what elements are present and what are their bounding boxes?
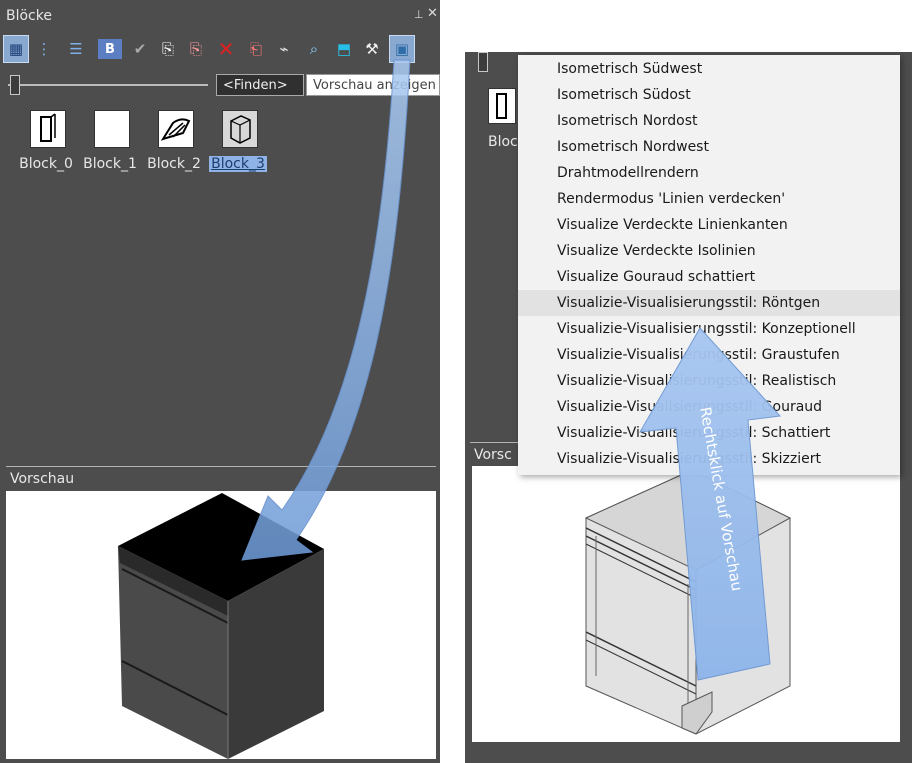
cabinet-xray-render xyxy=(584,469,792,735)
menu-item-hidden-lines[interactable]: Rendermodus 'Linien verdecken' xyxy=(518,186,900,212)
block-thumbnail[interactable] xyxy=(488,88,516,124)
show-preview-icon[interactable]: ▣ xyxy=(389,35,415,63)
size-slider-thumb[interactable] xyxy=(474,52,514,72)
menu-item-iso-no[interactable]: Isometrisch Nordost xyxy=(518,108,900,134)
search-zoom-icon[interactable]: ⌕ xyxy=(302,36,326,62)
tools-icon[interactable]: ⚒ xyxy=(360,36,384,62)
menu-item-iso-sw[interactable]: Isometrisch Südwest xyxy=(518,56,900,82)
size-slider-thumb[interactable] xyxy=(10,75,20,95)
menu-item-iso-nw[interactable]: Isometrisch Nordwest xyxy=(518,134,900,160)
block-editor-icon[interactable]: B xyxy=(98,39,122,59)
preview-context-menu: Isometrisch Südwest Isometrisch Südost I… xyxy=(518,55,900,475)
insert-block-icon[interactable]: ⬒ xyxy=(332,36,356,62)
menu-item-hidden-isolines[interactable]: Visualize Verdeckte Isolinien xyxy=(518,238,900,264)
preview-title-partial: Vorsc xyxy=(474,447,512,463)
find-input[interactable]: <Finden> xyxy=(216,74,304,96)
blocks-toolbar: ▦ ⋮ ☰ B ✔ ⎘ ⎘ ✕ ⎗ ⌁ ⌕ ⬒ ⚒ ▣ xyxy=(3,35,436,66)
list-view-icon[interactable]: ☰ xyxy=(64,36,88,62)
block-item[interactable]: Block_0 xyxy=(16,108,76,178)
cabinet-render xyxy=(118,493,324,759)
preview-header-partial: Vorsc xyxy=(470,442,518,467)
paste-block-icon[interactable]: ⎗ xyxy=(244,36,268,62)
menu-item-sketchy[interactable]: Visualizie-Visualisierungsstil: Skizzier… xyxy=(518,446,900,472)
block-thumbnail xyxy=(94,110,130,148)
preview-viewport[interactable] xyxy=(6,491,436,759)
block-label: Block_2 xyxy=(147,156,201,172)
menu-item-gouraud[interactable]: Visualizie-Visualisierungsstil: Gouraud xyxy=(518,394,900,420)
size-slider-row: <Finden> Vorschau anzeigen xyxy=(4,72,440,100)
block-item[interactable]: Block_2 xyxy=(144,108,204,178)
block-item-selected[interactable]: Block_3 xyxy=(208,108,268,178)
delete-icon[interactable]: ✕ xyxy=(214,36,238,62)
preview-tooltip: Vorschau anzeigen xyxy=(306,74,440,96)
tree-view-icon[interactable]: ⋮ xyxy=(32,36,56,62)
delete-copy-icon[interactable]: ⎘ xyxy=(184,36,208,62)
blocks-panel: Blöcke ⊥ ✕ ▦ ⋮ ☰ B ✔ ⎘ ⎘ ✕ ⎗ ⌁ ⌕ ⬒ ⚒ ▣ <… xyxy=(0,0,440,763)
menu-item-hidden-edges[interactable]: Visualize Verdeckte Linienkanten xyxy=(518,212,900,238)
menu-item-iso-so[interactable]: Isometrisch Südost xyxy=(518,82,900,108)
copy-block-icon[interactable]: ⎘ xyxy=(156,36,180,62)
panel-title: Blöcke xyxy=(6,8,52,24)
close-icon[interactable]: ✕ xyxy=(427,6,438,21)
preview-title: Vorschau xyxy=(10,471,75,487)
menu-item-grayscale[interactable]: Visualizie-Visualisierungsstil: Graustuf… xyxy=(518,342,900,368)
panel-titlebar: Blöcke ⊥ ✕ xyxy=(0,0,440,32)
block-item[interactable]: Block_1 xyxy=(80,108,140,178)
size-slider-track[interactable] xyxy=(8,84,208,86)
block-label-partial: Bloc xyxy=(488,134,518,150)
block-label: Block_3 xyxy=(209,156,267,172)
block-thumbnail xyxy=(222,110,258,148)
menu-item-shaded[interactable]: Visualizie-Visualisierungsstil: Schattie… xyxy=(518,420,900,446)
block-gallery: Block_0 Block_1 Block_2 Block_3 xyxy=(0,108,440,188)
large-icons-view-icon[interactable]: ▦ xyxy=(3,35,29,63)
menu-item-conceptual[interactable]: Visualizie-Visualisierungsstil: Konzepti… xyxy=(518,316,900,342)
menu-item-xray[interactable]: Visualizie-Visualisierungsstil: Röntgen xyxy=(518,290,900,316)
tag-icon[interactable]: ⌁ xyxy=(272,36,296,62)
block-thumbnail xyxy=(30,110,66,148)
block-label: Block_1 xyxy=(83,156,137,172)
pin-icon[interactable]: ⊥ xyxy=(414,8,424,21)
menu-item-realistic[interactable]: Visualizie-Visualisierungsstil: Realisti… xyxy=(518,368,900,394)
block-thumbnail xyxy=(158,110,194,148)
block-label: Block_0 xyxy=(19,156,73,172)
preview-viewport-xray[interactable] xyxy=(472,466,900,742)
menu-item-gouraud-shaded[interactable]: Visualize Gouraud schattiert xyxy=(518,264,900,290)
preview-header: Vorschau xyxy=(6,466,436,491)
checkmark-icon[interactable]: ✔ xyxy=(128,36,152,62)
menu-item-wireframe[interactable]: Drahtmodellrendern xyxy=(518,160,900,186)
